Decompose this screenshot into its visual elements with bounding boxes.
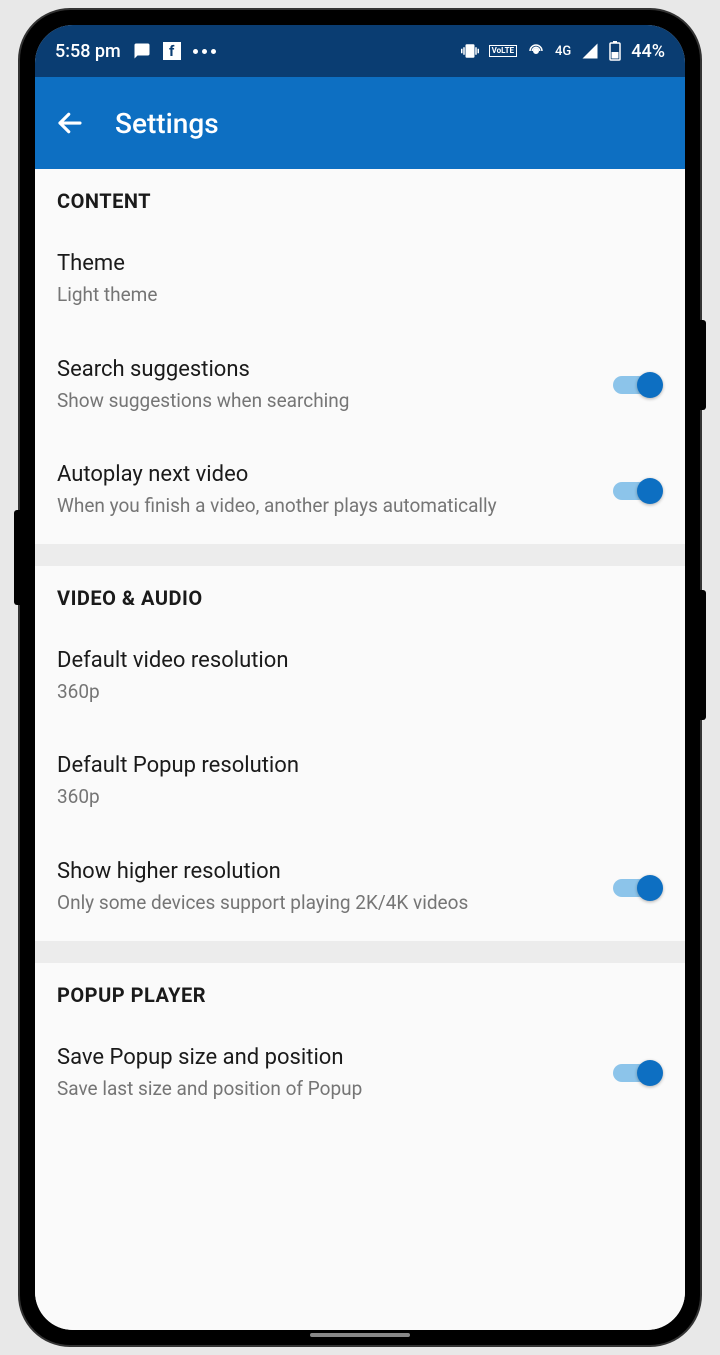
page-title: Settings [115,107,219,140]
toggle-higher-resolution[interactable] [613,874,663,902]
status-bar: 5:58 pm f VoLTE 4G [35,25,685,77]
toggle-autoplay[interactable] [613,477,663,505]
toggle-thumb [637,372,663,398]
setting-higher-resolution[interactable]: Show higher resolution Only some devices… [35,835,685,941]
toggle-save-popup[interactable] [613,1059,663,1087]
hotspot-icon [527,42,545,60]
setting-title: Default Popup resolution [57,753,663,778]
volte-icon: VoLTE [489,45,517,57]
app-bar: Settings [35,77,685,169]
setting-title: Default video resolution [57,648,663,673]
setting-subtitle: When you finish a video, another plays a… [57,493,593,520]
facebook-icon: f [163,42,181,60]
setting-title: Show higher resolution [57,859,593,884]
setting-title: Theme [57,251,663,276]
toggle-search-suggestions[interactable] [613,371,663,399]
phone-frame: 5:58 pm f VoLTE 4G [20,10,700,1345]
side-button [14,510,20,605]
setting-title: Autoplay next video [57,462,593,487]
setting-subtitle: 360p [57,679,663,706]
setting-autoplay[interactable]: Autoplay next video When you finish a vi… [35,438,685,544]
vibrate-icon [461,42,479,60]
setting-subtitle: Show suggestions when searching [57,388,593,415]
setting-text: Theme Light theme [57,251,663,309]
setting-text: Default video resolution 360p [57,648,663,706]
setting-text: Show higher resolution Only some devices… [57,859,593,917]
back-button[interactable] [55,108,85,138]
setting-text: Default Popup resolution 360p [57,753,663,811]
status-time: 5:58 pm [55,41,121,62]
section-header-video-audio: VIDEO & AUDIO [35,566,685,624]
setting-default-popup-resolution[interactable]: Default Popup resolution 360p [35,729,685,835]
setting-title: Save Popup size and position [57,1045,593,1070]
more-notifications-icon [193,49,216,54]
setting-subtitle: 360p [57,784,663,811]
status-left: 5:58 pm f [55,41,216,62]
toggle-thumb [637,1060,663,1086]
toggle-thumb [637,478,663,504]
setting-subtitle: Only some devices support playing 2K/4K … [57,890,593,917]
status-right: VoLTE 4G 44% [461,41,665,62]
setting-subtitle: Save last size and position of Popup [57,1076,593,1103]
battery-percent: 44% [631,41,665,62]
toggle-thumb [637,875,663,901]
section-divider [35,941,685,963]
chat-icon [133,42,151,60]
network-type: 4G [555,44,571,59]
setting-text: Search suggestions Show suggestions when… [57,357,593,415]
signal-icon [581,42,599,60]
section-divider [35,544,685,566]
setting-subtitle: Light theme [57,282,663,309]
arrow-left-icon [55,108,85,138]
setting-default-video-resolution[interactable]: Default video resolution 360p [35,624,685,730]
setting-title: Search suggestions [57,357,593,382]
setting-theme[interactable]: Theme Light theme [35,227,685,333]
section-header-content: CONTENT [35,169,685,227]
section-header-popup-player: POPUP PLAYER [35,963,685,1021]
setting-text: Save Popup size and position Save last s… [57,1045,593,1103]
setting-search-suggestions[interactable]: Search suggestions Show suggestions when… [35,333,685,439]
settings-content[interactable]: CONTENT Theme Light theme Search suggest… [35,169,685,1330]
setting-text: Autoplay next video When you finish a vi… [57,462,593,520]
setting-save-popup[interactable]: Save Popup size and position Save last s… [35,1021,685,1127]
screen: 5:58 pm f VoLTE 4G [35,25,685,1330]
battery-icon [609,41,621,61]
